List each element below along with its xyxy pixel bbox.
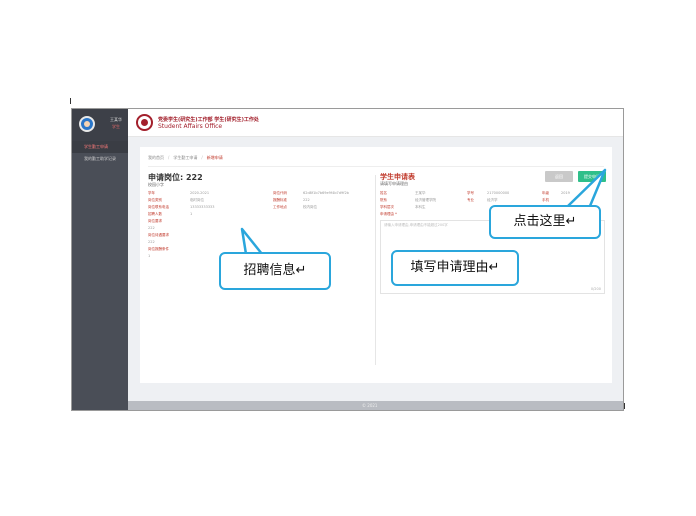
frame-tick — [70, 98, 71, 104]
breadcrumb: 我的首页 / 学生勤工申请 / 新增申请 — [148, 155, 223, 160]
frame-tick — [624, 403, 625, 409]
field-value: 222 — [148, 226, 155, 230]
org-name-en: Student Affairs Office — [158, 123, 223, 130]
field-label: 岗位待遇要求 — [148, 233, 169, 237]
field-label: 学年 — [148, 191, 155, 195]
field-label: 岗位类别 — [148, 198, 162, 202]
field-label: 年级 — [542, 191, 549, 195]
field-value: 2170000000 — [487, 191, 510, 195]
field-label: 专业 — [467, 198, 474, 202]
breadcrumb-home[interactable]: 我的首页 — [148, 155, 164, 160]
field-value: 13333333333 — [190, 205, 215, 209]
user-box: 王某华 学生 — [72, 109, 128, 141]
field-value: 校内岗位 — [303, 205, 317, 209]
field-label: 学科层次 — [380, 205, 394, 209]
user-name: 王某华 — [110, 117, 122, 122]
breadcrumb-parent[interactable]: 学生勤工申请 — [173, 155, 197, 160]
position-subtitle: 校园小字 — [148, 182, 164, 187]
org-name-cn: 党委学生(研究生)工作部 学生(研究生)工作处 — [158, 117, 259, 123]
field-label: 工作地点 — [273, 205, 287, 209]
field-value: 62d8f1b7b69e9f4b7d9f2b — [303, 191, 349, 195]
sidebar: 王某华 学生 学生勤工申请 我的勤工助学记录 — [72, 109, 128, 410]
callout-tail — [567, 168, 607, 207]
field-value: 2020-2021 — [190, 191, 210, 195]
user-role: 学生 — [112, 124, 120, 129]
field-value: 王某华 — [415, 191, 426, 195]
field-label: 岗位代码 — [273, 191, 287, 195]
field-value: 222 — [303, 198, 310, 202]
field-label: 岗位要求 — [148, 219, 162, 223]
divider — [148, 166, 604, 167]
main-card: 我的首页 / 学生勤工申请 / 新增申请 申请岗位: 222 校园小字 学年 2020-… — [140, 147, 612, 383]
field-value: 1 — [148, 254, 151, 258]
field-label: 姓名 — [380, 191, 387, 195]
field-label: 院系 — [380, 198, 387, 202]
field-label: 报酬标准 — [273, 198, 287, 202]
university-logo — [136, 114, 153, 131]
breadcrumb-current: 新增申请 — [206, 155, 223, 160]
column-divider — [375, 175, 376, 365]
field-value: 经济学 — [487, 198, 498, 202]
textarea-placeholder: 请输入申请理由,申请理由不能超过200字 — [384, 223, 448, 227]
sidebar-item-records[interactable]: 我的勤工助学记录 — [72, 153, 128, 165]
field-value: 222 — [148, 240, 155, 244]
field-label: 岗位联系电话 — [148, 205, 169, 209]
field-value: 临时岗位 — [190, 198, 204, 202]
avatar[interactable] — [79, 116, 95, 132]
sidebar-item-apply[interactable]: 学生勤工申请 — [72, 141, 128, 153]
application-subtitle: 请填写申请理由 — [380, 181, 408, 186]
callout-recruit-info: 招聘信息↵ — [219, 252, 331, 290]
footer-text: © 2021 — [362, 403, 378, 408]
footer: © 2021 — [128, 401, 623, 410]
field-label: 申请理由 * — [380, 212, 397, 216]
header: 党委学生(研究生)工作部 学生(研究生)工作处 Student Affairs … — [128, 109, 623, 137]
field-label: 手机 — [542, 198, 549, 202]
field-label: 岗位报酬条件 — [148, 247, 169, 251]
field-value: 本科生 — [415, 205, 426, 209]
field-label: 学号 — [467, 191, 474, 195]
char-counter: 0/200 — [590, 287, 601, 291]
field-value: 经济管理学院 — [415, 198, 436, 202]
callout-click-here: 点击这里↵ — [489, 205, 601, 239]
app-window: 王某华 学生 学生勤工申请 我的勤工助学记录 党委学生(研究生)工作部 学生(研… — [71, 108, 624, 411]
field-value: 1 — [190, 212, 193, 216]
field-label: 招聘人数 — [148, 212, 162, 216]
callout-fill-reason: 填写申请理由↵ — [391, 250, 519, 286]
